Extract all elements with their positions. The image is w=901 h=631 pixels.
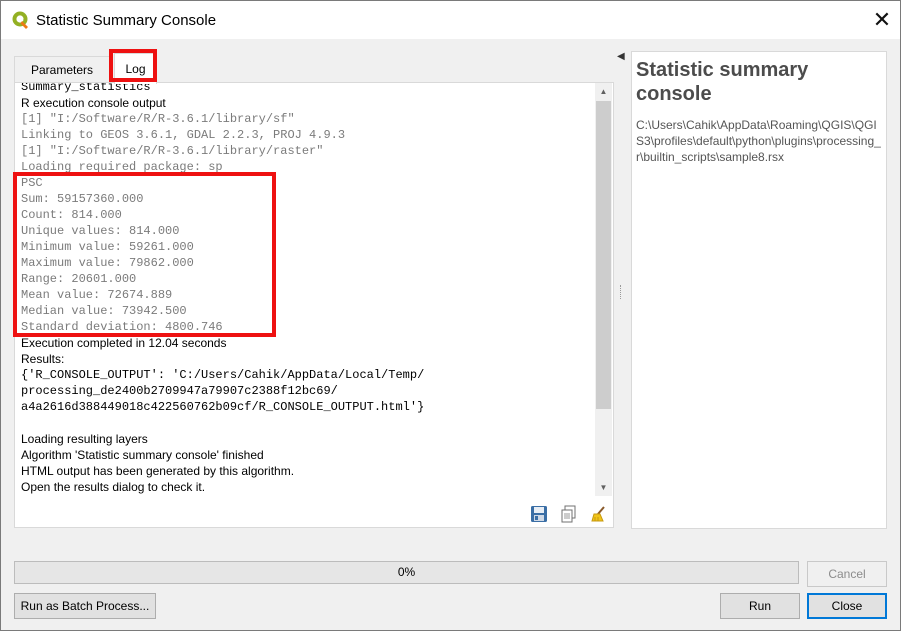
save-icon[interactable] (530, 505, 548, 523)
copy-icon[interactable] (560, 505, 578, 523)
log-line: HTML output has been generated by this a… (21, 464, 295, 478)
scrollbar-thumb[interactable] (596, 101, 611, 409)
tab-parameters[interactable]: Parameters (14, 56, 110, 83)
window-title: Statistic Summary Console (36, 12, 217, 29)
log-line: Loading resulting layers (21, 432, 148, 446)
log-line: Algorithm 'Statistic summary console' fi… (21, 448, 264, 462)
cancel-button[interactable]: Cancel (807, 561, 887, 587)
log-line: [1] "I:/Software/R/R-3.6.1/library/raste… (21, 144, 324, 158)
log-line: Linking to GEOS 3.6.1, GDAL 2.2.3, PROJ … (21, 128, 346, 142)
qgis-logo-icon (12, 11, 28, 29)
scroll-down-icon[interactable]: ▼ (595, 479, 612, 496)
title-bar: Statistic Summary Console ✕ (1, 1, 900, 39)
script-path: C:\Users\Cahik\AppData\Roaming\QGIS\QGIS… (636, 118, 881, 164)
progress-bar: 0% (14, 561, 799, 584)
log-line: a4a2616d388449018c422560762b09cf/R_CONSO… (21, 400, 425, 414)
log-line: Execution completed in 12.04 seconds (21, 336, 227, 350)
clear-broom-icon[interactable] (590, 505, 608, 523)
run-button[interactable]: Run (720, 593, 800, 619)
log-line: [1] "I:/Software/R/R-3.6.1/library/sf" (21, 112, 295, 126)
panel-splitter[interactable] (620, 285, 624, 299)
collapse-panel-icon[interactable]: ◀ (617, 51, 625, 62)
highlight-box-statistics (13, 172, 276, 337)
log-line: Summary_statistics (21, 83, 151, 94)
log-line: Results: (21, 352, 65, 366)
help-title: Statistic summary console (636, 59, 809, 105)
highlight-box-log-tab (109, 49, 157, 82)
close-button[interactable]: Close (807, 593, 887, 619)
scroll-up-icon[interactable]: ▲ (595, 83, 612, 100)
close-icon[interactable]: ✕ (867, 5, 897, 35)
run-as-batch-button[interactable]: Run as Batch Process... (14, 593, 156, 619)
log-line: {'R_CONSOLE_OUTPUT': 'C:/Users/Cahik/App… (21, 368, 425, 382)
log-line: Open the results dialog to check it. (21, 480, 206, 494)
progress-label: 0% (397, 565, 416, 579)
log-line: R execution console output (21, 96, 166, 110)
tab-bar: Parameters Log (14, 50, 614, 84)
log-scrollbar[interactable]: ▲ ▼ (595, 83, 612, 496)
log-line: processing_de2400b2709947a79907c2388f12b… (21, 384, 338, 398)
